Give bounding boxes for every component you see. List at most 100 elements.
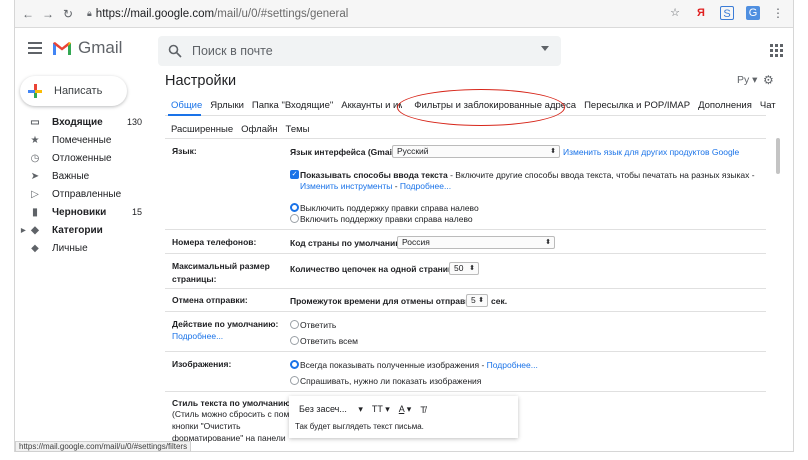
font-select[interactable]: Без засеч... ▾: [299, 404, 363, 415]
rtl-on-label: Включить поддержку правки справа налево: [300, 214, 473, 224]
interface-language-select[interactable]: Русский ⬍: [392, 145, 560, 158]
always-show-images-label: Всегда показывать полученные изображения: [300, 360, 480, 370]
compose-button[interactable]: Написать: [20, 76, 127, 106]
apps-grid-icon[interactable]: [770, 44, 783, 57]
sidebar-item-personal[interactable]: ◆ Личные: [22, 239, 150, 257]
page-title: Настройки: [165, 73, 237, 89]
page-size-text: Количество цепочек на одной странице:: [290, 264, 461, 274]
images-more-link[interactable]: Подробнее...: [487, 360, 538, 370]
label-icon: ◆: [31, 242, 39, 254]
clock-icon: ◷: [30, 152, 40, 164]
expand-arrow-icon[interactable]: ▶: [21, 227, 26, 234]
input-language-button[interactable]: Ру ▾: [737, 74, 757, 86]
forward-icon[interactable]: →: [41, 7, 55, 21]
star-icon: ★: [30, 134, 40, 146]
undo-send-value: 5: [471, 295, 476, 305]
page-size-label-line2: страницы:: [172, 274, 217, 284]
search-input[interactable]: Поиск в почте: [192, 44, 273, 58]
tab-addons[interactable]: Дополнения: [698, 100, 752, 111]
app-name: Gmail: [78, 38, 123, 57]
clear-format-icon[interactable]: T̸: [420, 405, 426, 415]
compose-label: Написать: [54, 85, 103, 97]
scrollbar[interactable]: [776, 138, 780, 438]
country-code-label: Код страны по умолчанию:: [290, 238, 406, 248]
gmail-logo[interactable]: Gmail: [52, 38, 122, 58]
sidebar-item-inbox[interactable]: ▭ Входящие 130: [22, 113, 150, 131]
ask-images-radio[interactable]: [290, 376, 299, 385]
address-bar[interactable]: https://mail.google.com/mail/u/0/#settin…: [96, 8, 349, 20]
url-host: https://mail.google.com: [95, 7, 215, 20]
divider: [165, 288, 766, 289]
country-code-select[interactable]: Россия ⬍: [397, 236, 555, 249]
tab-offline[interactable]: Офлайн: [241, 124, 277, 135]
images-label: Изображения:: [172, 359, 232, 369]
divider: [165, 229, 766, 230]
active-tab-indicator: [168, 114, 201, 116]
always-show-images-text: Всегда показывать полученные изображения…: [300, 360, 538, 370]
change-other-language-link[interactable]: Изменить язык для других продуктов Googl…: [563, 147, 739, 157]
divider: [165, 391, 766, 392]
language-label: Язык:: [172, 146, 197, 156]
more-link[interactable]: Подробнее...: [400, 181, 451, 191]
interface-language-label: Язык интерфейса (Gmail):: [290, 147, 400, 157]
tab-general[interactable]: Общие: [171, 100, 202, 111]
lock-icon[interactable]: 🔒︎: [87, 8, 92, 19]
main-menu-icon[interactable]: [28, 42, 42, 57]
reply-all-radio[interactable]: [290, 336, 299, 345]
page-size-select[interactable]: 50 ⬍: [449, 262, 479, 275]
sidebar-item-starred[interactable]: ★ Помеченные: [22, 131, 150, 149]
search-bar[interactable]: Поиск в почте: [158, 36, 561, 66]
docs-extension-icon[interactable]: G: [746, 6, 760, 20]
tab-advanced[interactable]: Расширенные: [171, 124, 233, 135]
format-toolbar: Без засеч... ▾ TT ▾ A ▾ T̸ Так будет выг…: [289, 396, 518, 438]
gear-icon[interactable]: ⚙: [763, 73, 774, 87]
sidebar-item-label: Важные: [52, 170, 90, 182]
yandex-extension-icon[interactable]: Я: [694, 6, 708, 20]
undo-send-select[interactable]: 5 ⬍: [466, 294, 488, 307]
scrollbar-thumb[interactable]: [776, 138, 780, 174]
tab-forwarding[interactable]: Пересылка и POP/IMAP: [584, 100, 690, 111]
undo-send-unit: сек.: [491, 296, 508, 306]
plus-icon: [28, 84, 42, 98]
tab-labels[interactable]: Ярлыки: [210, 100, 244, 111]
inbox-icon: ▭: [30, 116, 40, 128]
page-size-label-line1: Максимальный размер: [172, 261, 270, 271]
input-tools-checkbox[interactable]: ✓: [290, 170, 299, 179]
tab-inbox[interactable]: Папка "Входящие": [252, 100, 333, 111]
bookmark-star-icon[interactable]: ☆: [668, 6, 682, 20]
default-action-more-link[interactable]: Подробнее...: [172, 331, 223, 341]
page-size-label: Максимальный размер страницы:: [172, 260, 270, 286]
change-tools-link[interactable]: Изменить инструменты: [300, 181, 392, 191]
undo-send-label: Отмена отправки:: [172, 295, 248, 305]
sidebar-item-sent[interactable]: ▷ Отправленные: [22, 185, 150, 203]
page-size-value: 50: [454, 263, 464, 273]
translate-extension-icon[interactable]: S: [720, 6, 734, 20]
tab-accounts[interactable]: Аккаунты и импорт: [341, 100, 402, 111]
search-options-icon[interactable]: [541, 46, 549, 51]
highlight-ellipse: [397, 89, 565, 126]
search-icon[interactable]: [168, 44, 182, 58]
sidebar-item-label: Помеченные: [52, 134, 112, 146]
browser-menu-icon[interactable]: ⋮: [772, 6, 784, 20]
always-show-images-radio[interactable]: [290, 360, 299, 369]
sidebar-item-snoozed[interactable]: ◷ Отложенные: [22, 149, 150, 167]
font-size-icon[interactable]: TT ▾: [372, 404, 390, 415]
sidebar-item-important[interactable]: ➤ Важные: [22, 167, 150, 185]
ask-images-label: Спрашивать, нужно ли показать изображени…: [300, 376, 482, 386]
text-color-icon[interactable]: A ▾: [399, 404, 412, 415]
reply-radio[interactable]: [290, 320, 299, 329]
rtl-on-radio[interactable]: [290, 214, 299, 223]
divider: [165, 253, 766, 254]
sidebar-item-categories[interactable]: ▶ ◆ Категории: [21, 221, 150, 239]
tab-chat[interactable]: Чат: [760, 100, 776, 111]
sidebar-item-label: Личные: [52, 242, 88, 254]
reload-icon[interactable]: ↻: [61, 7, 75, 21]
rtl-off-radio[interactable]: [290, 203, 299, 212]
tab-themes[interactable]: Темы: [286, 124, 310, 135]
text-style-hint2: кнопки "Очистить: [172, 421, 241, 431]
important-icon: ➤: [30, 170, 40, 182]
gmail-m-icon: [53, 41, 71, 55]
back-icon[interactable]: ←: [21, 7, 35, 21]
input-language-label: Ру: [737, 74, 750, 86]
sidebar-item-drafts[interactable]: ▮ Черновики 15: [22, 203, 150, 221]
